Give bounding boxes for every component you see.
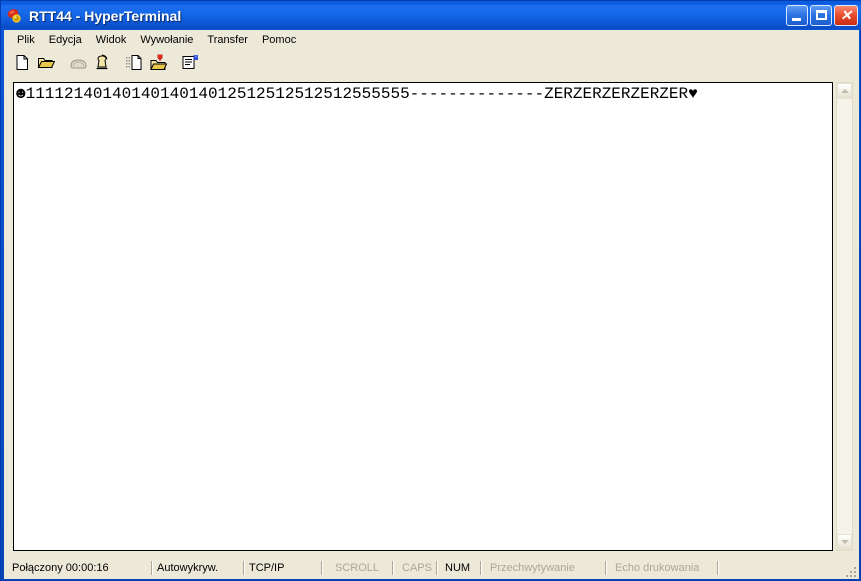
minimize-icon — [792, 18, 801, 21]
maximize-button[interactable] — [810, 5, 832, 26]
maximize-icon — [816, 10, 827, 20]
status-connected: Połączony 00:00:16 — [12, 562, 109, 574]
status-capture: Przechwytywanie — [480, 559, 605, 577]
status-caps: CAPS — [392, 559, 436, 577]
properties-button[interactable] — [178, 51, 202, 74]
properties-icon — [182, 55, 198, 69]
status-print-echo: Echo drukowania — [605, 559, 717, 577]
close-button[interactable]: ✕ — [834, 5, 858, 26]
hyperterminal-icon — [6, 7, 24, 25]
phone-hangup-icon — [69, 58, 87, 68]
menu-item-wywolanie[interactable]: Wywołanie — [133, 32, 200, 48]
status-num: NUM — [436, 559, 480, 577]
scroll-up-button[interactable] — [837, 83, 852, 99]
hyperterminal-window: RTT44 - HyperTerminal ✕ Plik Edycja Wido… — [0, 0, 861, 581]
minimize-button[interactable] — [786, 5, 808, 26]
send-file-button[interactable] — [122, 51, 146, 74]
send-file-icon — [125, 55, 141, 70]
close-icon: ✕ — [840, 7, 852, 23]
terminal-region: ☻111121401401401401401251251251251255555… — [4, 76, 859, 555]
open-connection-button[interactable] — [34, 51, 58, 74]
window-controls: ✕ — [786, 5, 858, 26]
terminal-screen[interactable]: ☻111121401401401401401251251251251255555… — [13, 82, 833, 551]
new-document-icon — [16, 55, 28, 70]
terminal-output-line: ☻111121401401401401401251251251251255555… — [16, 85, 698, 103]
status-bar: Połączony 00:00:16 Autowykryw. TCP/IP SC… — [4, 557, 859, 579]
disconnect-button[interactable] — [66, 51, 90, 74]
resize-grip[interactable] — [844, 565, 856, 577]
receive-file-button[interactable] — [146, 51, 170, 74]
status-filler — [717, 559, 857, 577]
scroll-down-icon — [840, 540, 849, 544]
vertical-scrollbar[interactable] — [836, 82, 853, 551]
menu-item-plik[interactable]: Plik — [10, 32, 42, 48]
scroll-down-button[interactable] — [837, 534, 852, 550]
title-bar[interactable]: RTT44 - HyperTerminal ✕ — [1, 1, 861, 30]
menu-item-transfer[interactable]: Transfer — [200, 32, 255, 48]
scroll-up-icon — [840, 89, 849, 93]
menu-item-widok[interactable]: Widok — [89, 32, 134, 48]
phone-call-icon — [96, 54, 108, 69]
status-detect: Autowykryw. — [151, 559, 243, 577]
open-folder-icon — [37, 58, 55, 68]
menu-item-pomoc[interactable]: Pomoc — [255, 32, 303, 48]
client-area: Plik Edycja Widok Wywołanie Transfer Pom… — [4, 30, 859, 579]
new-connection-button[interactable] — [10, 51, 34, 74]
menu-item-edycja[interactable]: Edycja — [42, 32, 89, 48]
call-button[interactable] — [90, 51, 114, 74]
menu-bar: Plik Edycja Widok Wywołanie Transfer Pom… — [4, 30, 859, 49]
window-title: RTT44 - HyperTerminal — [29, 7, 182, 24]
scrollbar-track[interactable] — [837, 99, 852, 534]
receive-file-icon — [149, 54, 167, 70]
status-scroll: SCROLL — [321, 559, 392, 577]
toolbar — [4, 49, 859, 76]
status-protocol: TCP/IP — [243, 559, 321, 577]
